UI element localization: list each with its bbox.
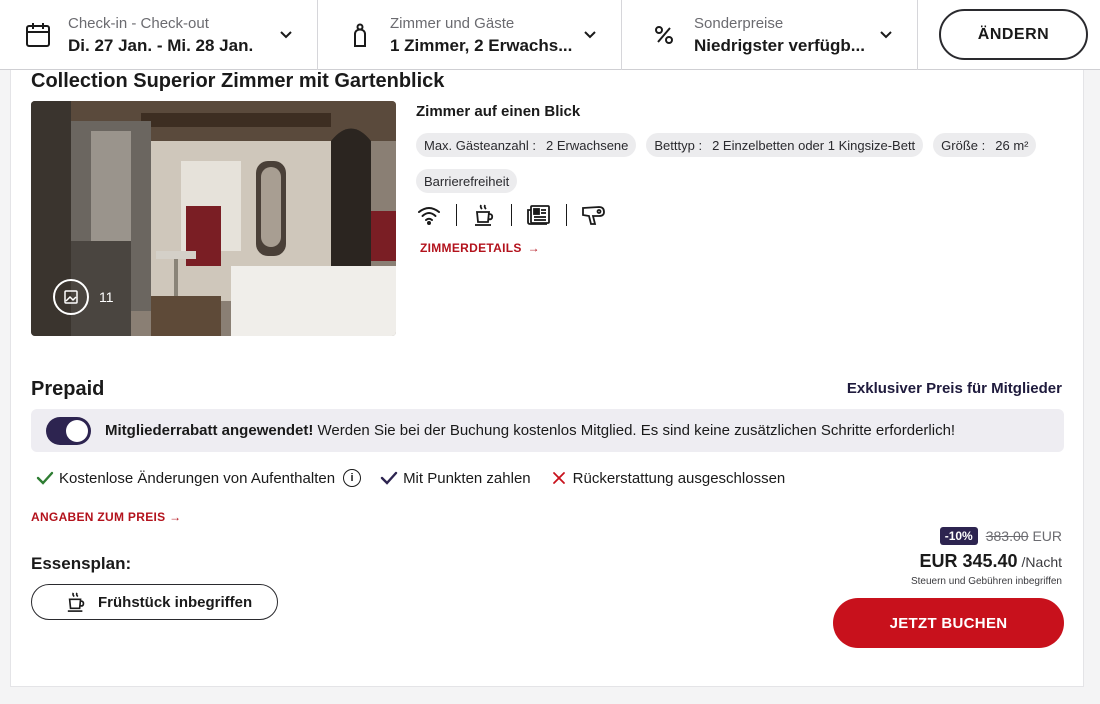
info-icon[interactable]: i	[343, 469, 362, 487]
original-currency: EUR	[1032, 528, 1062, 544]
amenities	[416, 202, 607, 228]
calendar-icon	[24, 21, 52, 49]
price-details-label: ANGABEN ZUM PREIS	[31, 510, 166, 524]
current-price: EUR 345.40	[919, 551, 1018, 571]
policy-free-changes: Kostenlose Änderungen von Aufenthalten i	[35, 468, 362, 488]
percent-icon	[650, 21, 678, 49]
wifi-icon	[416, 202, 442, 228]
room-card: Collection Superior Zimmer mit Gartenbli…	[10, 70, 1084, 686]
chip-label: Max. Gästeanzahl :	[424, 137, 536, 153]
room-size-chip: Größe : 26 m²	[933, 133, 1037, 157]
price-block: -10% 383.00 EUR EUR 345.40/Nacht Steuern…	[911, 527, 1062, 587]
policy-points: Mit Punkten zahlen	[379, 468, 531, 488]
price-details-link[interactable]: ANGABEN ZUM PREIS →	[31, 510, 181, 524]
dates-value: Di. 27 Jan. - Mi. 28 Jan.	[68, 35, 254, 55]
meal-plan-label: Essensplan:	[31, 554, 132, 573]
chip-value: 2 Erwachsene	[546, 137, 629, 153]
discount-badge: -10%	[939, 527, 978, 545]
toggle-knob	[66, 419, 88, 442]
photo-count-number: 11	[99, 289, 114, 305]
room-details-link[interactable]: ZIMMERDETAILS →	[420, 241, 540, 255]
divider	[511, 204, 512, 226]
divider	[10, 686, 1084, 687]
banner-message: Werden Sie bei der Buchung kostenlos Mit…	[313, 422, 956, 439]
policy-text: Rückerstattung ausgeschlossen	[572, 469, 786, 487]
banner-text: Mitgliederrabatt angewendet! Werden Sie …	[105, 422, 955, 439]
chip-label: Größe :	[941, 137, 986, 153]
room-features: Max. Gästeanzahl : 2 Erwachsene Betttyp :…	[416, 133, 1056, 205]
coffee-icon	[471, 202, 497, 228]
check-icon	[379, 468, 399, 488]
dates-selector[interactable]: Check-in - Check-out Di. 27 Jan. - Mi. 2…	[0, 0, 318, 70]
member-discount-banner: Mitgliederrabatt angewendet! Werden Sie …	[31, 409, 1064, 452]
coffee-icon	[66, 591, 86, 613]
photo-count[interactable]: 11	[53, 279, 114, 315]
chip-value: 26 m²	[995, 137, 1029, 153]
chevron-down-icon	[584, 31, 596, 39]
meal-option-label: Frühstück inbegriffen	[98, 593, 253, 611]
divider	[456, 204, 457, 226]
per-night-label: /Nacht	[1021, 554, 1062, 570]
chevron-down-icon	[880, 31, 892, 39]
hairdryer-icon	[581, 202, 607, 228]
arrow-right-icon: →	[169, 510, 182, 524]
room-details-label: ZIMMERDETAILS	[420, 241, 522, 255]
book-now-button[interactable]: JETZT BUCHEN	[833, 598, 1064, 648]
chevron-down-icon	[280, 31, 292, 39]
policy-no-refund: Rückerstattung ausgeschlossen	[549, 468, 786, 488]
rooms-value: 1 Zimmer, 2 Erwachs...	[390, 35, 573, 55]
member-price-label: Exklusiver Preis für Mitglieder	[846, 380, 1062, 397]
rooms-guests-selector[interactable]: Zimmer und Gäste 1 Zimmer, 2 Erwachs...	[318, 0, 622, 70]
rate-title: Prepaid	[31, 378, 105, 400]
member-discount-toggle[interactable]	[46, 416, 91, 445]
arrow-right-icon: →	[527, 241, 540, 255]
search-bar: Check-in - Check-out Di. 27 Jan. - Mi. 2…	[0, 0, 1100, 70]
rates-value: Niedrigster verfügb...	[694, 35, 865, 55]
bed-type-chip: Betttyp : 2 Einzelbetten oder 1 Kingsize-…	[646, 133, 924, 157]
accessibility-chip: Barrierefreiheit	[416, 169, 518, 193]
banner-bold: Mitgliederrabatt angewendet!	[105, 422, 314, 439]
gallery-icon	[53, 279, 89, 315]
policy-text: Mit Punkten zahlen	[403, 469, 531, 487]
room-glance-title: Zimmer auf einen Blick	[416, 103, 581, 120]
newspaper-icon	[526, 202, 552, 228]
rooms-label: Zimmer und Gäste	[390, 14, 515, 32]
rates-label: Sonderpreise	[694, 14, 784, 32]
max-guests-chip: Max. Gästeanzahl : 2 Erwachsene	[416, 133, 637, 157]
hanger-icon	[346, 21, 374, 49]
breakfast-included-button[interactable]: Frühstück inbegriffen	[31, 584, 278, 620]
room-title: Collection Superior Zimmer mit Gartenbli…	[31, 70, 445, 92]
original-price: 383.00 EUR	[986, 528, 1062, 544]
check-icon	[35, 468, 55, 488]
rate-policies: Kostenlose Änderungen von Aufenthalten i…	[35, 468, 803, 488]
policy-text: Kostenlose Änderungen von Aufenthalten	[59, 469, 336, 487]
dates-label: Check-in - Check-out	[68, 14, 209, 32]
special-rates-selector[interactable]: Sonderpreise Niedrigster verfügb...	[622, 0, 918, 70]
divider	[566, 204, 567, 226]
change-search-button[interactable]: ÄNDERN	[939, 9, 1088, 60]
tax-note: Steuern und Gebühren inbegriffen	[910, 576, 1062, 587]
cross-icon	[549, 468, 569, 488]
room-photo[interactable]: 11	[31, 101, 396, 336]
chip-value: 2 Einzelbetten oder 1 Kingsize-Bett	[712, 137, 916, 153]
chip-label: Betttyp :	[654, 137, 703, 153]
original-price-number: 383.00	[985, 528, 1029, 544]
chip-value: Barrierefreiheit	[424, 173, 510, 189]
